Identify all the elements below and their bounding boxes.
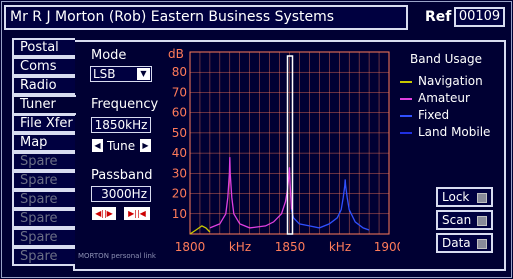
y-axis-label: dB <box>168 47 184 61</box>
legend-label: Land Mobile <box>418 125 491 139</box>
x-tick-labels: 1800 kHz 1850 kHz 1900 <box>175 240 400 254</box>
mode-value: LSB <box>93 67 116 81</box>
x-tick-label: kHz <box>329 240 351 254</box>
mode-select[interactable]: LSB ▼ <box>90 66 152 82</box>
data-label: Data <box>442 236 471 250</box>
passband-narrow-button[interactable]: ◀||▶ <box>92 207 116 220</box>
brand-logo: MORTON personal link <box>78 252 156 260</box>
spectrum-chart: 10 20 30 40 50 60 70 80 1800 kHz 1850 kHz 1900 dB <box>168 47 400 254</box>
legend-item: Fixed <box>400 108 449 124</box>
x-tick-label: 1800 <box>175 240 206 254</box>
y-tick-labels: 10 20 30 40 50 60 70 80 <box>172 65 187 221</box>
lock-button[interactable]: Lock <box>436 187 493 207</box>
tab-tuner[interactable]: Tuner <box>12 95 76 115</box>
legend-swatch <box>400 131 412 134</box>
y-tick-label: 40 <box>172 146 187 160</box>
x-tick-label: 1850 <box>275 240 306 254</box>
triangle-left-icon: ◀ <box>94 141 101 150</box>
tab-postal[interactable]: Postal <box>12 38 75 57</box>
scan-button[interactable]: Scan <box>436 210 493 230</box>
x-tick-label: 1900 <box>374 240 400 254</box>
narrow-icon: ◀||▶ <box>95 209 113 218</box>
y-tick-label: 70 <box>172 85 187 99</box>
lock-label: Lock <box>442 190 470 204</box>
legend-label: Fixed <box>418 108 450 122</box>
tune-up-button[interactable]: ▶ <box>140 139 151 152</box>
tune-label: Tune <box>107 139 136 153</box>
frequency-label: Frequency <box>91 97 159 112</box>
scan-label: Scan <box>442 213 472 227</box>
tune-down-button[interactable]: ◀ <box>92 139 103 152</box>
wide-icon: ▶||◀ <box>128 209 146 218</box>
passband-wide-button[interactable]: ▶||◀ <box>124 207 150 220</box>
tab-spare-7[interactable]: Spare <box>12 171 75 190</box>
legend-item: Land Mobile <box>400 125 490 141</box>
legend-item: Amateur <box>400 91 470 107</box>
series-line-amateur <box>209 157 293 229</box>
y-tick-label: 30 <box>172 166 187 180</box>
y-tick-label: 60 <box>172 106 187 120</box>
tab-spare-9[interactable]: Spare <box>12 209 75 228</box>
y-tick-label: 10 <box>172 207 187 221</box>
y-tick-label: 80 <box>172 65 187 79</box>
chart-grid <box>189 51 390 235</box>
legend-label: Amateur <box>418 91 470 105</box>
legend-item: Navigation <box>400 74 483 90</box>
x-tick-label: kHz <box>229 240 251 254</box>
ref-label: Ref <box>425 9 452 25</box>
tab-spare-6[interactable]: Spare <box>12 152 75 171</box>
legend-swatch <box>400 114 412 117</box>
tab-spare-10[interactable]: Spare <box>12 228 75 247</box>
tab-spare-8[interactable]: Spare <box>12 190 75 209</box>
scan-indicator-icon <box>477 216 487 226</box>
customer-title: Mr R J Morton (Rob) Eastern Business Sys… <box>4 5 408 30</box>
lock-indicator-icon <box>477 193 487 203</box>
series-line-fixed <box>290 179 370 231</box>
tab-file-xfer[interactable]: File Xfer <box>12 114 75 133</box>
y-tick-label: 20 <box>172 187 187 201</box>
y-tick-label: 50 <box>172 126 187 140</box>
tuning-cursor <box>286 55 294 235</box>
tab-radio[interactable]: Radio <box>12 76 75 95</box>
passband-field[interactable]: 3000Hz <box>91 186 151 202</box>
legend-title: Band Usage <box>410 52 483 66</box>
triangle-right-icon: ▶ <box>142 141 149 150</box>
tab-coms[interactable]: Coms <box>12 57 75 76</box>
legend-swatch <box>400 97 412 100</box>
ref-number: 00109 <box>454 7 505 27</box>
mode-label: Mode <box>91 48 127 63</box>
legend-label: Navigation <box>418 74 483 88</box>
chevron-down-icon[interactable]: ▼ <box>137 68 150 80</box>
tab-spare-11[interactable]: Spare <box>12 247 75 266</box>
tab-map[interactable]: Map <box>12 133 75 152</box>
data-button[interactable]: Data <box>436 233 493 253</box>
frequency-field[interactable]: 1850kHz <box>91 117 151 133</box>
passband-label: Passband <box>91 168 153 183</box>
data-indicator-icon <box>477 239 487 249</box>
legend-swatch <box>400 80 412 83</box>
